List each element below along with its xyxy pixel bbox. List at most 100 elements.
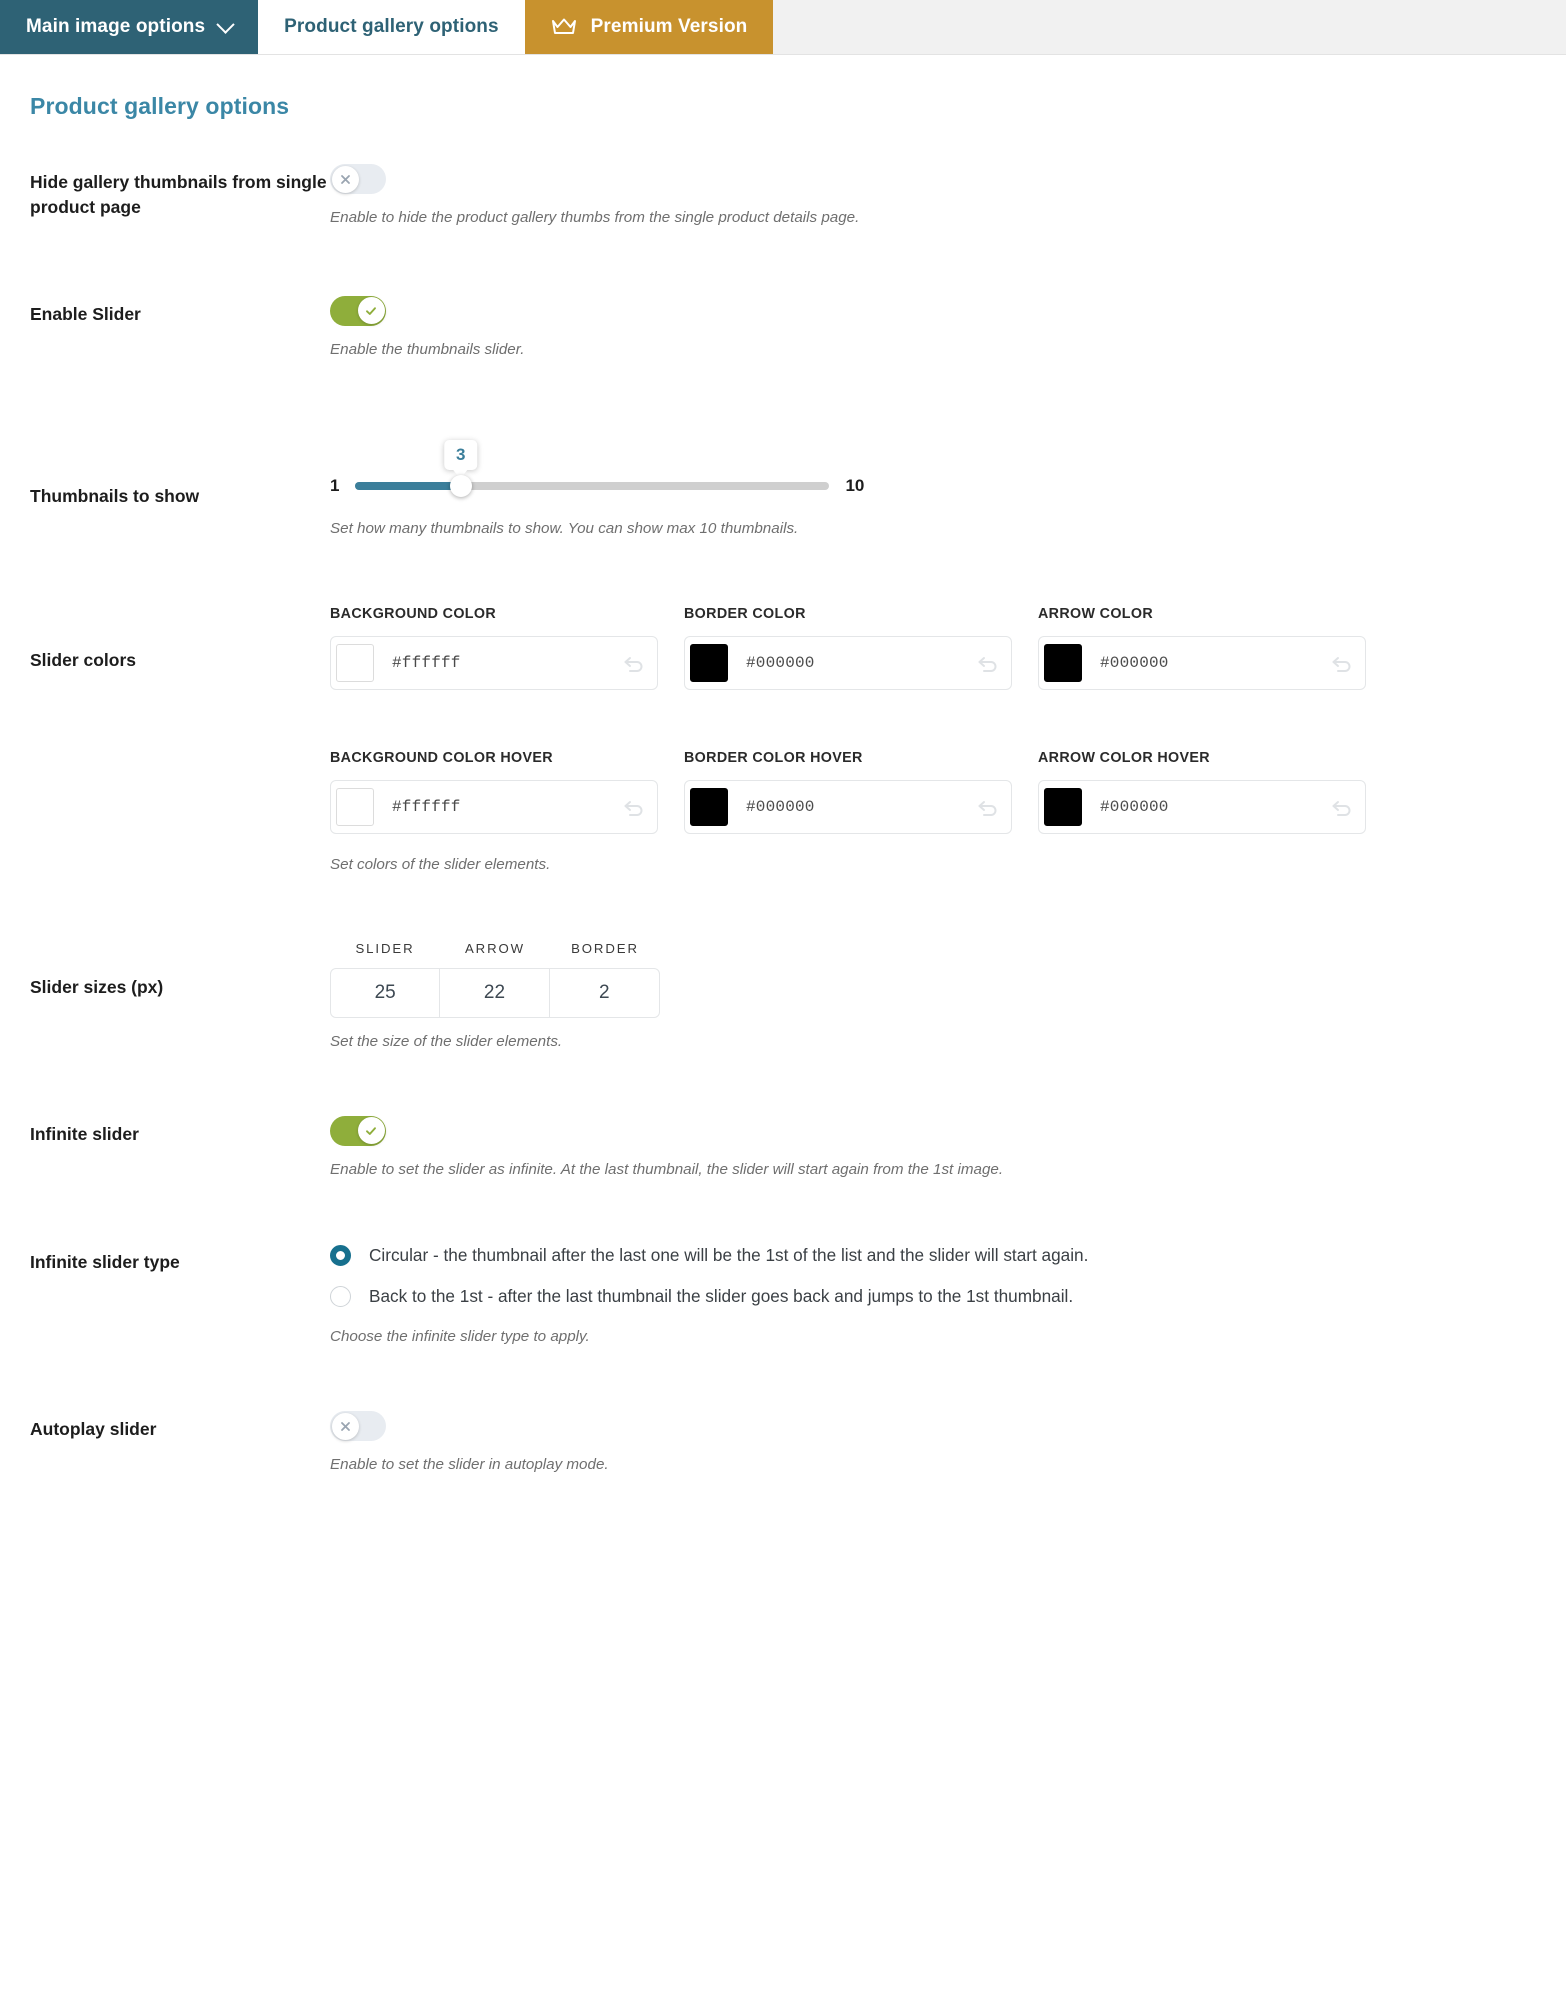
page-title: Product gallery options — [30, 93, 290, 119]
undo-icon[interactable] — [975, 652, 1001, 674]
chevron-down-icon — [216, 14, 235, 34]
range-handle[interactable] — [449, 474, 472, 497]
setting-description: Enable the thumbnails slider. — [330, 340, 525, 358]
size-label-slider: SLIDER — [355, 941, 415, 957]
close-icon — [340, 1421, 350, 1431]
setting-row-enable-slider: Enable Slider Enable the thumbnails slid… — [0, 295, 1566, 362]
setting-label: Hide gallery thumbnails from single prod… — [30, 172, 327, 217]
color-input-box[interactable]: #000000 — [1038, 636, 1366, 691]
radio-option-label: Back to the 1st - after the last thumbna… — [369, 1286, 1074, 1306]
color-field-label: ARROW COLOR — [1038, 606, 1154, 623]
range-track-fill — [355, 481, 461, 490]
setting-description: Enable to hide the product gallery thumb… — [330, 209, 860, 226]
tab-bar: Main image options Product gallery optio… — [0, 0, 1566, 55]
undo-icon[interactable] — [975, 796, 1001, 818]
size-label-border: BORDER — [571, 941, 639, 957]
color-input-box[interactable]: #000000 — [684, 780, 1012, 835]
color-input-box[interactable]: #ffffff — [330, 780, 658, 835]
color-input-box[interactable]: #000000 — [1038, 780, 1366, 835]
color-swatch[interactable] — [1044, 788, 1082, 827]
check-icon — [366, 307, 376, 315]
size-field-labels: SLIDER ARROW BORDER — [330, 941, 1536, 968]
range-track[interactable]: 3 — [355, 439, 830, 497]
tab-premium-version-label: Premium Version — [590, 16, 748, 37]
color-field-group-hover: BACKGROUND COLOR HOVER #ffffff BORDER CO… — [330, 750, 1536, 835]
color-swatch[interactable] — [336, 788, 374, 827]
setting-label: Slider colors — [30, 650, 137, 671]
settings-page: Product gallery options Hide gallery thu… — [0, 55, 1566, 1517]
undo-icon[interactable] — [1329, 796, 1355, 818]
toggle-hide-gallery-thumbnails[interactable] — [330, 164, 386, 194]
toggle-infinite-slider[interactable] — [330, 1115, 386, 1146]
tab-product-gallery-options-label: Product gallery options — [284, 16, 499, 37]
color-field-label: BORDER COLOR — [684, 606, 806, 623]
color-swatch[interactable] — [1044, 644, 1082, 683]
toggle-knob — [331, 165, 359, 193]
color-field-border-color-hover: BORDER COLOR HOVER #000000 — [684, 750, 1012, 835]
radio-button[interactable] — [330, 1286, 351, 1308]
range-value-bubble: 3 — [443, 439, 478, 470]
color-input-box[interactable]: #ffffff — [330, 636, 658, 691]
color-field-label: BORDER COLOR HOVER — [684, 750, 863, 767]
color-swatch[interactable] — [690, 644, 728, 683]
setting-description: Enable to set the slider as infinite. At… — [330, 1160, 1004, 1178]
color-field-label: ARROW COLOR HOVER — [1038, 750, 1210, 767]
color-field-arrow-color: ARROW COLOR #000000 — [1038, 606, 1366, 691]
setting-description: Set colors of the slider elements. — [330, 856, 551, 874]
radio-button[interactable] — [330, 1244, 351, 1266]
undo-icon[interactable] — [621, 796, 647, 818]
radio-option-label: Circular - the thumbnail after the last … — [369, 1244, 1089, 1265]
setting-label: Autoplay slider — [30, 1419, 157, 1440]
tab-premium-version[interactable]: Premium Version — [524, 0, 774, 54]
tab-main-image-options[interactable]: Main image options — [0, 0, 259, 54]
color-swatch[interactable] — [690, 788, 728, 827]
tab-product-gallery-options[interactable]: Product gallery options — [258, 0, 525, 54]
toggle-autoplay-slider[interactable] — [330, 1411, 386, 1442]
undo-icon[interactable] — [1329, 652, 1355, 674]
color-swatch[interactable] — [336, 644, 374, 683]
undo-icon[interactable] — [621, 652, 647, 674]
size-label-arrow: ARROW — [464, 941, 526, 957]
setting-row-autoplay-slider: Autoplay slider Enable to set the slider… — [0, 1411, 1566, 1477]
toggle-knob — [357, 297, 385, 325]
toggle-knob — [331, 1412, 359, 1440]
setting-row-thumbnails-to-show: Thumbnails to show 1 3 10 Set how many t… — [0, 424, 1566, 541]
toggle-knob — [357, 1117, 385, 1145]
color-hex-value[interactable]: #000000 — [1100, 654, 1329, 672]
setting-row-infinite-slider: Infinite slider Enable to set the slider… — [0, 1115, 1566, 1182]
setting-row-slider-sizes: Slider sizes (px) SLIDER ARROW BORDER 25… — [0, 941, 1566, 1054]
setting-label: Thumbnails to show — [30, 485, 200, 506]
setting-row-hide-gallery-thumbnails: Hide gallery thumbnails from single prod… — [0, 164, 1566, 230]
setting-row-infinite-slider-type: Infinite slider type Circular - the thum… — [0, 1244, 1566, 1349]
color-hex-value[interactable]: #ffffff — [392, 798, 621, 816]
color-field-label: BACKGROUND COLOR — [330, 606, 497, 623]
color-field-background-color: BACKGROUND COLOR #ffffff — [330, 606, 658, 691]
color-field-background-color-hover: BACKGROUND COLOR HOVER #ffffff — [330, 750, 658, 835]
color-field-group-default: BACKGROUND COLOR #ffffff BORDER COLOR #0… — [330, 606, 1536, 691]
radio-option-circular[interactable]: Circular - the thumbnail after the last … — [330, 1244, 1536, 1267]
setting-description: Enable to set the slider in autoplay mod… — [330, 1456, 609, 1474]
color-hex-value[interactable]: #ffffff — [392, 654, 621, 672]
setting-description: Set how many thumbnails to show. You can… — [330, 519, 799, 537]
setting-label: Infinite slider type — [30, 1251, 180, 1272]
setting-label: Enable Slider — [30, 303, 141, 324]
color-hex-value[interactable]: #000000 — [1100, 798, 1329, 816]
color-field-label: BACKGROUND COLOR HOVER — [330, 750, 553, 767]
range-max-label: 10 — [845, 475, 865, 495]
setting-row-slider-colors: Slider colors BACKGROUND COLOR #ffffff B… — [0, 606, 1566, 877]
size-input-border[interactable]: 2 — [550, 969, 659, 1017]
close-icon — [340, 174, 350, 184]
radio-option-back-to-first[interactable]: Back to the 1st - after the last thumbna… — [330, 1285, 1536, 1308]
color-hex-value[interactable]: #000000 — [746, 798, 975, 816]
size-input-slider[interactable]: 25 — [331, 969, 441, 1018]
setting-description: Choose the infinite slider type to apply… — [330, 1328, 590, 1346]
size-inputs-group: 25 22 2 — [330, 968, 660, 1019]
range-slider-thumbnails-to-show: 1 3 10 — [330, 424, 1536, 497]
setting-label: Infinite slider — [30, 1123, 139, 1144]
color-input-box[interactable]: #000000 — [684, 636, 1012, 691]
color-hex-value[interactable]: #000000 — [746, 654, 975, 672]
size-input-arrow[interactable]: 22 — [440, 969, 550, 1018]
check-icon — [366, 1127, 376, 1135]
color-field-arrow-color-hover: ARROW COLOR HOVER #000000 — [1038, 750, 1366, 835]
toggle-enable-slider[interactable] — [330, 295, 386, 326]
